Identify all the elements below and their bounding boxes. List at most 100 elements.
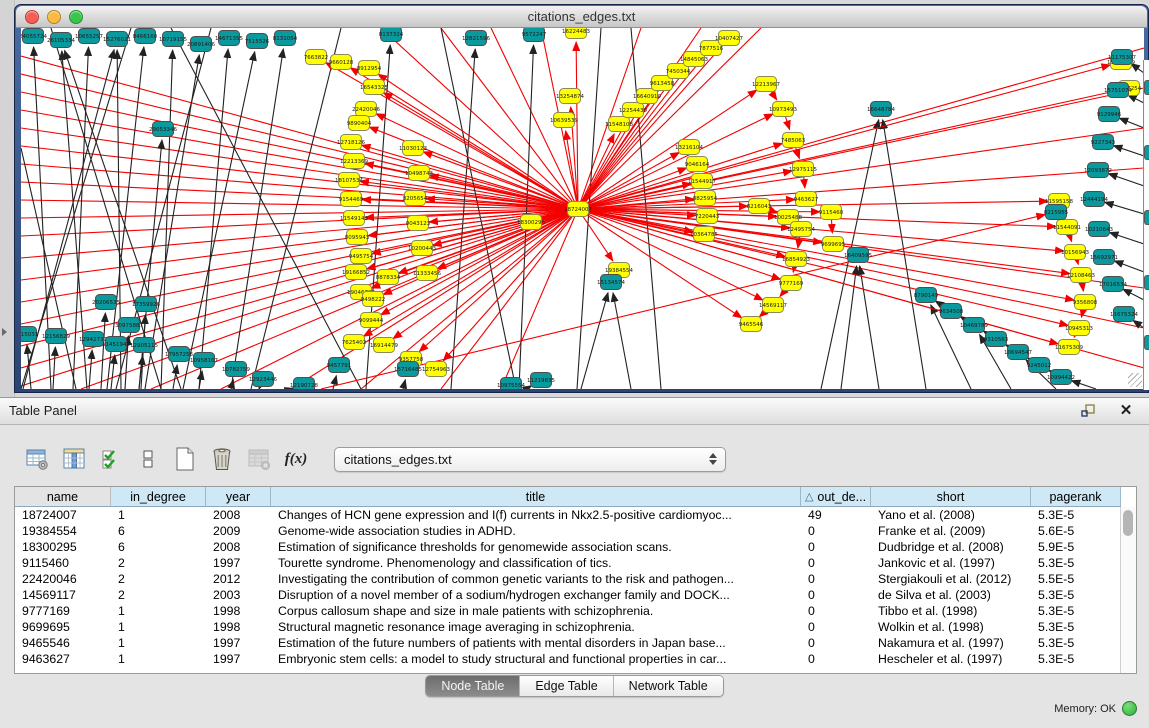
graph-edge[interactable] bbox=[53, 347, 55, 389]
graph-node[interactable]: 12718126 bbox=[337, 135, 365, 150]
graph-node[interactable]: 18724007 bbox=[564, 202, 592, 217]
graph-edge[interactable] bbox=[1071, 381, 1096, 389]
graph-node[interactable]: 9890404 bbox=[347, 116, 372, 131]
graph-node[interactable]: 7515526 bbox=[245, 34, 270, 49]
graph-node[interactable]: 11549143 bbox=[340, 211, 368, 226]
table-cell[interactable]: 1997 bbox=[206, 651, 271, 667]
table-cell[interactable]: 1 bbox=[111, 635, 206, 651]
table-cell[interactable]: 22420046 bbox=[15, 571, 111, 587]
table-cell[interactable]: 5.3E-5 bbox=[1031, 587, 1121, 603]
tab-node-table[interactable]: Node Table bbox=[426, 676, 520, 696]
table-cell[interactable]: 5.5E-5 bbox=[1031, 571, 1121, 587]
graph-node[interactable]: 9046164 bbox=[685, 157, 710, 172]
graph-node[interactable]: 10973493 bbox=[769, 102, 797, 117]
graph-node[interactable]: 10782759 bbox=[222, 362, 250, 377]
trash-icon[interactable] bbox=[209, 446, 235, 472]
table-cell[interactable]: 1998 bbox=[206, 619, 271, 635]
graph-node[interactable]: 10994422 bbox=[1047, 370, 1075, 385]
graph-node[interactable]: 16914479 bbox=[370, 338, 398, 353]
graph-node[interactable]: 11451943 bbox=[102, 337, 130, 352]
table-row[interactable]: 1938455462009Genome-wide association stu… bbox=[15, 523, 1136, 539]
table-cell[interactable]: 5.3E-5 bbox=[1031, 507, 1121, 523]
graph-edge[interactable] bbox=[111, 355, 115, 389]
column-header-pagerank[interactable]: pagerank bbox=[1031, 487, 1121, 507]
graph-node[interactable]: 9115460 bbox=[819, 205, 844, 220]
graph-edge[interactable] bbox=[1128, 95, 1144, 103]
table-cell[interactable]: 5.9E-5 bbox=[1031, 539, 1121, 555]
graph-node[interactable]: 15692971 bbox=[1090, 250, 1118, 265]
column-header-in_degree[interactable]: in_degree bbox=[111, 487, 206, 507]
graph-edge[interactable] bbox=[581, 293, 608, 389]
graph-node[interactable]: 9129946 bbox=[1097, 107, 1122, 122]
graph-node[interactable]: 8131054 bbox=[273, 31, 298, 46]
graph-node[interactable]: 8878334 bbox=[376, 270, 401, 285]
graph-node[interactable]: 12254430 bbox=[619, 103, 647, 118]
graph-node[interactable]: 9043123 bbox=[406, 216, 431, 231]
table-cell[interactable]: 2 bbox=[111, 571, 206, 587]
table-cell[interactable]: 1997 bbox=[206, 635, 271, 651]
table-row[interactable]: 911546021997Tourette syndrome. Phenomeno… bbox=[15, 555, 1136, 571]
graph-node[interactable]: 10694547 bbox=[1004, 345, 1032, 360]
delete-table-icon[interactable] bbox=[246, 446, 272, 472]
table-cell[interactable]: 19384554 bbox=[15, 523, 111, 539]
graph-node[interactable]: 12821596 bbox=[462, 31, 490, 46]
table-cell[interactable]: 1 bbox=[111, 507, 206, 523]
graph-edge[interactable] bbox=[526, 386, 532, 389]
graph-node[interactable]: 12923446 bbox=[249, 372, 277, 387]
table-cell[interactable]: Stergiakouli et al. (2012) bbox=[871, 571, 1031, 587]
graph-node[interactable]: 12156829 bbox=[42, 329, 70, 344]
graph-node[interactable]: 17016534 bbox=[1099, 277, 1127, 292]
table-row[interactable]: 969969511998Structural magnetic resonanc… bbox=[15, 619, 1136, 635]
table-cell[interactable]: Franke et al. (2009) bbox=[871, 523, 1031, 539]
graph-node[interactable]: 9634508 bbox=[939, 304, 964, 319]
graph-node[interactable]: 12213369 bbox=[340, 154, 368, 169]
tab-edge-table[interactable]: Edge Table bbox=[520, 676, 613, 696]
table-row[interactable]: 946554611997Estimation of the future num… bbox=[15, 635, 1136, 651]
graph-node[interactable]: 10958167 bbox=[190, 353, 218, 368]
table-cell[interactable]: Estimation of the future numbers of pati… bbox=[271, 635, 801, 651]
table-cell[interactable]: 0 bbox=[801, 603, 871, 619]
graph-node[interactable]: 11548108 bbox=[605, 117, 633, 132]
graph-edge[interactable] bbox=[860, 266, 879, 389]
graph-node[interactable]: 12495754 bbox=[787, 222, 815, 237]
table-vertical-scrollbar[interactable] bbox=[1120, 507, 1136, 673]
float-panel-icon[interactable] bbox=[1079, 402, 1097, 420]
graph-node[interactable]: 13216104 bbox=[675, 140, 703, 155]
graph-node[interactable]: 9572247 bbox=[522, 28, 547, 42]
column-header-out_de[interactable]: △out_de... bbox=[801, 487, 871, 507]
graph-node[interactable]: 9498222 bbox=[361, 292, 386, 307]
graph-node[interactable]: 7220443 bbox=[695, 209, 720, 224]
graph-node[interactable]: 13254874 bbox=[556, 89, 584, 104]
graph-node[interactable]: 8216043 bbox=[747, 199, 772, 214]
table-cell[interactable]: Disruption of a novel member of a sodium… bbox=[271, 587, 801, 603]
graph-node[interactable]: 12975115 bbox=[789, 162, 817, 177]
graph-node[interactable]: 16543325 bbox=[360, 80, 388, 95]
table-cell[interactable]: 5.3E-5 bbox=[1031, 603, 1121, 619]
table-row[interactable]: 2242004622012Investigating the contribut… bbox=[15, 571, 1136, 587]
graph-node[interactable]: 10200443 bbox=[408, 241, 436, 256]
graph-node[interactable]: 11030123 bbox=[399, 141, 427, 156]
graph-node[interactable]: 30975887 bbox=[115, 318, 143, 333]
graph-node[interactable]: 10498743 bbox=[405, 166, 433, 181]
table-cell[interactable]: 0 bbox=[801, 555, 871, 571]
graph-node[interactable]: 15716485 bbox=[394, 362, 422, 377]
graph-edge[interactable] bbox=[183, 52, 255, 389]
graph-node[interactable]: 10945313 bbox=[1065, 321, 1093, 336]
table-cell[interactable]: 0 bbox=[801, 539, 871, 555]
network-window-titlebar[interactable]: citations_edges.txt bbox=[16, 6, 1147, 28]
graph-node[interactable]: 8095943 bbox=[345, 230, 370, 245]
table-cell[interactable]: 2012 bbox=[206, 571, 271, 587]
table-cell[interactable]: Estimation of significance thresholds fo… bbox=[271, 539, 801, 555]
graph-node[interactable]: 9465546 bbox=[739, 317, 764, 332]
table-row[interactable]: 946362711997Embryonic stem cells: a mode… bbox=[15, 651, 1136, 667]
graph-edge[interactable] bbox=[403, 380, 405, 389]
graph-node[interactable]: 24055724 bbox=[21, 29, 47, 44]
graph-edge[interactable] bbox=[333, 376, 336, 389]
graph-edge[interactable] bbox=[171, 28, 361, 389]
graph-node[interactable]: 18107534 bbox=[335, 173, 363, 188]
table-source-dropdown[interactable]: citations_edges.txt bbox=[334, 447, 726, 472]
graph-node[interactable]: 10469789 bbox=[960, 318, 988, 333]
graph-edge[interactable] bbox=[1123, 289, 1144, 300]
graph-node[interactable]: 7625402 bbox=[342, 335, 367, 350]
table-row[interactable]: 1872400712008Changes of HCN gene express… bbox=[15, 507, 1136, 523]
